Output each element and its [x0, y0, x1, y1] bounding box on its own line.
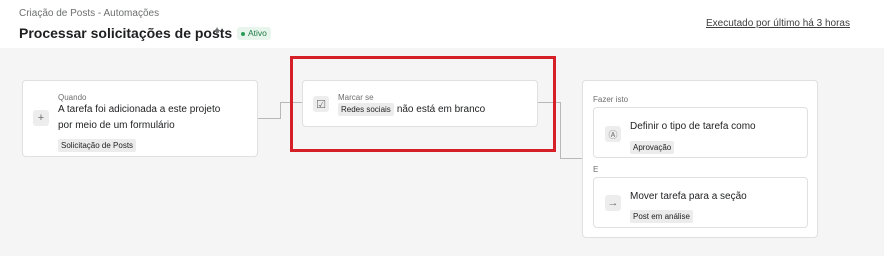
plus-icon[interactable]: +	[33, 110, 49, 126]
action-card-move-section[interactable]: → Mover tarefa para a seção Post em anál…	[593, 177, 808, 228]
trigger-text-line2: por meio de um formulário	[58, 120, 175, 131]
trigger-card[interactable]: + Quando A tarefa foi adicionada a este …	[22, 80, 258, 157]
arrow-right-icon: →	[605, 195, 621, 211]
action-value-chip: Aprovação	[630, 141, 675, 154]
connector-line	[280, 102, 302, 103]
sparkle-icon[interactable]: ✦	[212, 24, 222, 38]
condition-text: não está em branco	[396, 104, 486, 115]
actions-label: Fazer isto	[593, 95, 629, 104]
checkbox-icon[interactable]: ☑	[313, 96, 329, 112]
automation-header: Criação de Posts - Automações Processar …	[0, 0, 884, 48]
status-dot-icon	[241, 31, 245, 36]
status-badge: Ativo	[237, 27, 271, 40]
action-text: Definir o tipo de tarefa como	[630, 121, 756, 132]
and-label: E	[593, 165, 599, 174]
connector-line	[560, 158, 582, 159]
connector-line	[538, 102, 560, 103]
actions-container: Fazer isto Ⓐ Definir o tipo de tarefa co…	[582, 80, 818, 238]
trigger-label: Quando	[58, 93, 87, 102]
action-value-chip: Post em análise	[630, 210, 693, 223]
last-run-link[interactable]: Executado por último há 3 horas	[706, 18, 850, 29]
connector-line	[258, 118, 280, 119]
condition-card[interactable]: ☑ Marcar se Redes sociais não está em br…	[302, 80, 538, 127]
condition-field-chip: Redes sociais	[338, 103, 394, 116]
connector-line	[280, 102, 281, 119]
trigger-text-line1: A tarefa foi adicionada a este projeto	[58, 104, 221, 115]
connector-line	[560, 102, 561, 159]
breadcrumb[interactable]: Criação de Posts - Automações	[19, 8, 159, 19]
letter-a-icon: Ⓐ	[605, 126, 621, 142]
workflow-canvas: + Quando A tarefa foi adicionada a este …	[0, 48, 884, 256]
page-title: Processar solicitações de posts	[19, 25, 233, 41]
condition-label: Marcar se	[338, 93, 374, 102]
trigger-form-chip: Solicitação de Posts	[58, 139, 137, 152]
action-text: Mover tarefa para a seção	[630, 191, 747, 202]
action-card-set-type[interactable]: Ⓐ Definir o tipo de tarefa como Aprovaçã…	[593, 107, 808, 158]
status-label: Ativo	[248, 28, 267, 38]
